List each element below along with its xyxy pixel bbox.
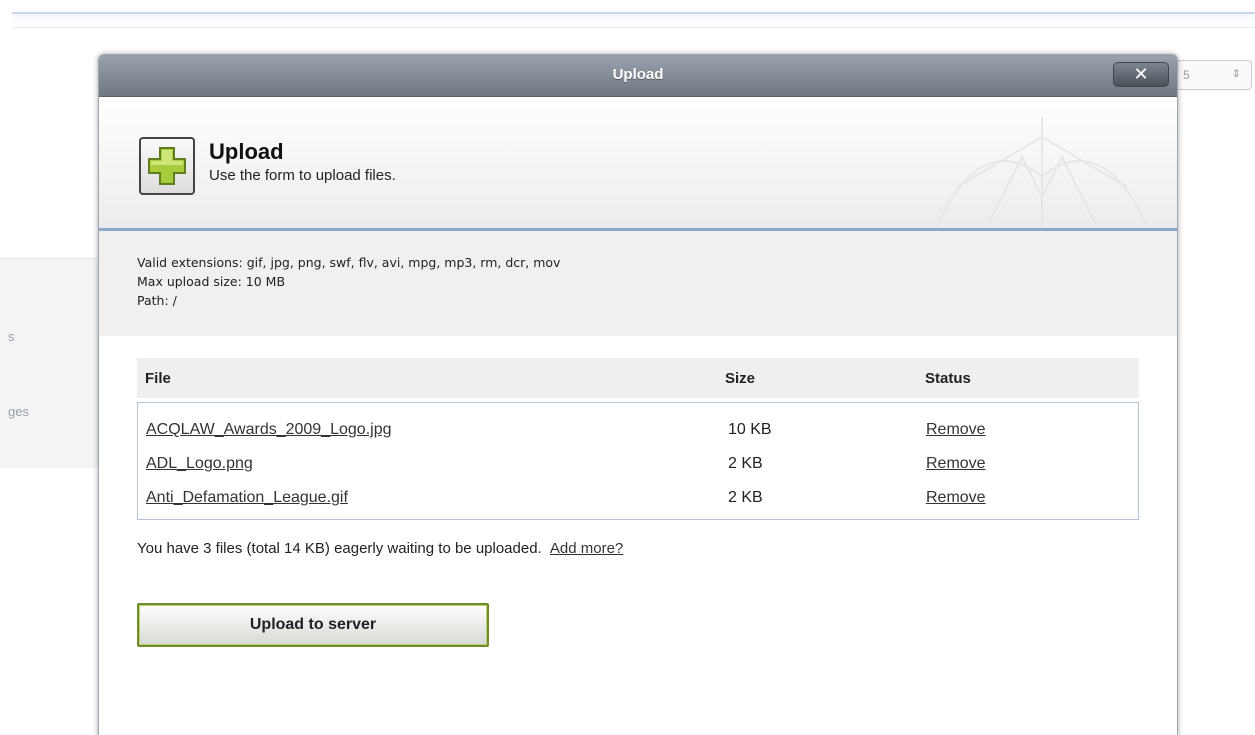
- file-list: ACQLAW_Awards_2009_Logo.jpg 10 KB Remove…: [137, 402, 1139, 520]
- page-subtitle: Use the form to upload files.: [209, 167, 396, 184]
- upload-dialog: Upload ✕ Upload Use the form to upload f…: [98, 54, 1178, 735]
- background-sidebar: s ges: [0, 258, 100, 468]
- page: s ges 5 ⇕ Upload ✕ Upload Use the form t…: [0, 0, 1255, 735]
- upload-summary: You have 3 files (total 14 KB) eagerly w…: [137, 540, 1139, 557]
- background-select-value: 5: [1183, 68, 1190, 82]
- upload-to-server-button[interactable]: Upload to server: [137, 603, 489, 647]
- dialog-titlebar[interactable]: Upload ✕: [99, 55, 1177, 97]
- file-size: 2 KB: [728, 455, 763, 472]
- summary-text: You have 3 files (total 14 KB) eagerly w…: [137, 540, 542, 557]
- column-header-size: Size: [725, 369, 756, 387]
- watermark-graphic: [936, 117, 1148, 227]
- remove-link[interactable]: Remove: [926, 421, 986, 438]
- column-header-status: Status: [925, 369, 971, 387]
- upload-info: Valid extensions: gif, jpg, png, swf, fl…: [99, 231, 1177, 336]
- background-select[interactable]: 5 ⇕: [1172, 60, 1252, 90]
- table-header: File Size Status: [137, 358, 1139, 398]
- table-row: ADL_Logo.png 2 KB Remove: [138, 447, 1138, 481]
- valid-extensions: Valid extensions: gif, jpg, png, swf, fl…: [137, 255, 561, 270]
- table-row: ACQLAW_Awards_2009_Logo.jpg 10 KB Remove: [138, 413, 1138, 447]
- table-row: Anti_Defamation_League.gif 2 KB Remove: [138, 481, 1138, 515]
- close-button[interactable]: ✕: [1113, 62, 1169, 87]
- close-icon: ✕: [1133, 64, 1149, 84]
- dialog-header: Upload Use the form to upload files.: [99, 97, 1177, 231]
- background-sidebar-item[interactable]: s: [8, 329, 15, 344]
- upload-path: Path: /: [137, 293, 177, 308]
- background-sidebar-item[interactable]: ges: [8, 404, 29, 419]
- file-name-link[interactable]: ACQLAW_Awards_2009_Logo.jpg: [146, 421, 392, 438]
- file-size: 2 KB: [728, 489, 763, 506]
- select-arrows-icon: ⇕: [1231, 68, 1241, 80]
- files-area: File Size Status ACQLAW_Awards_2009_Logo…: [99, 358, 1177, 647]
- file-name-link[interactable]: Anti_Defamation_League.gif: [146, 489, 348, 506]
- max-upload-size: Max upload size: 10 MB: [137, 274, 286, 289]
- file-size: 10 KB: [728, 421, 772, 438]
- column-header-file: File: [145, 369, 171, 387]
- page-title: Upload: [209, 139, 284, 164]
- file-name-link[interactable]: ADL_Logo.png: [146, 455, 253, 472]
- background-top-bar: [12, 12, 1255, 28]
- add-more-link[interactable]: Add more?: [550, 540, 623, 557]
- remove-link[interactable]: Remove: [926, 489, 986, 506]
- plus-icon: [139, 137, 195, 195]
- dialog-title: Upload: [612, 66, 664, 83]
- remove-link[interactable]: Remove: [926, 455, 986, 472]
